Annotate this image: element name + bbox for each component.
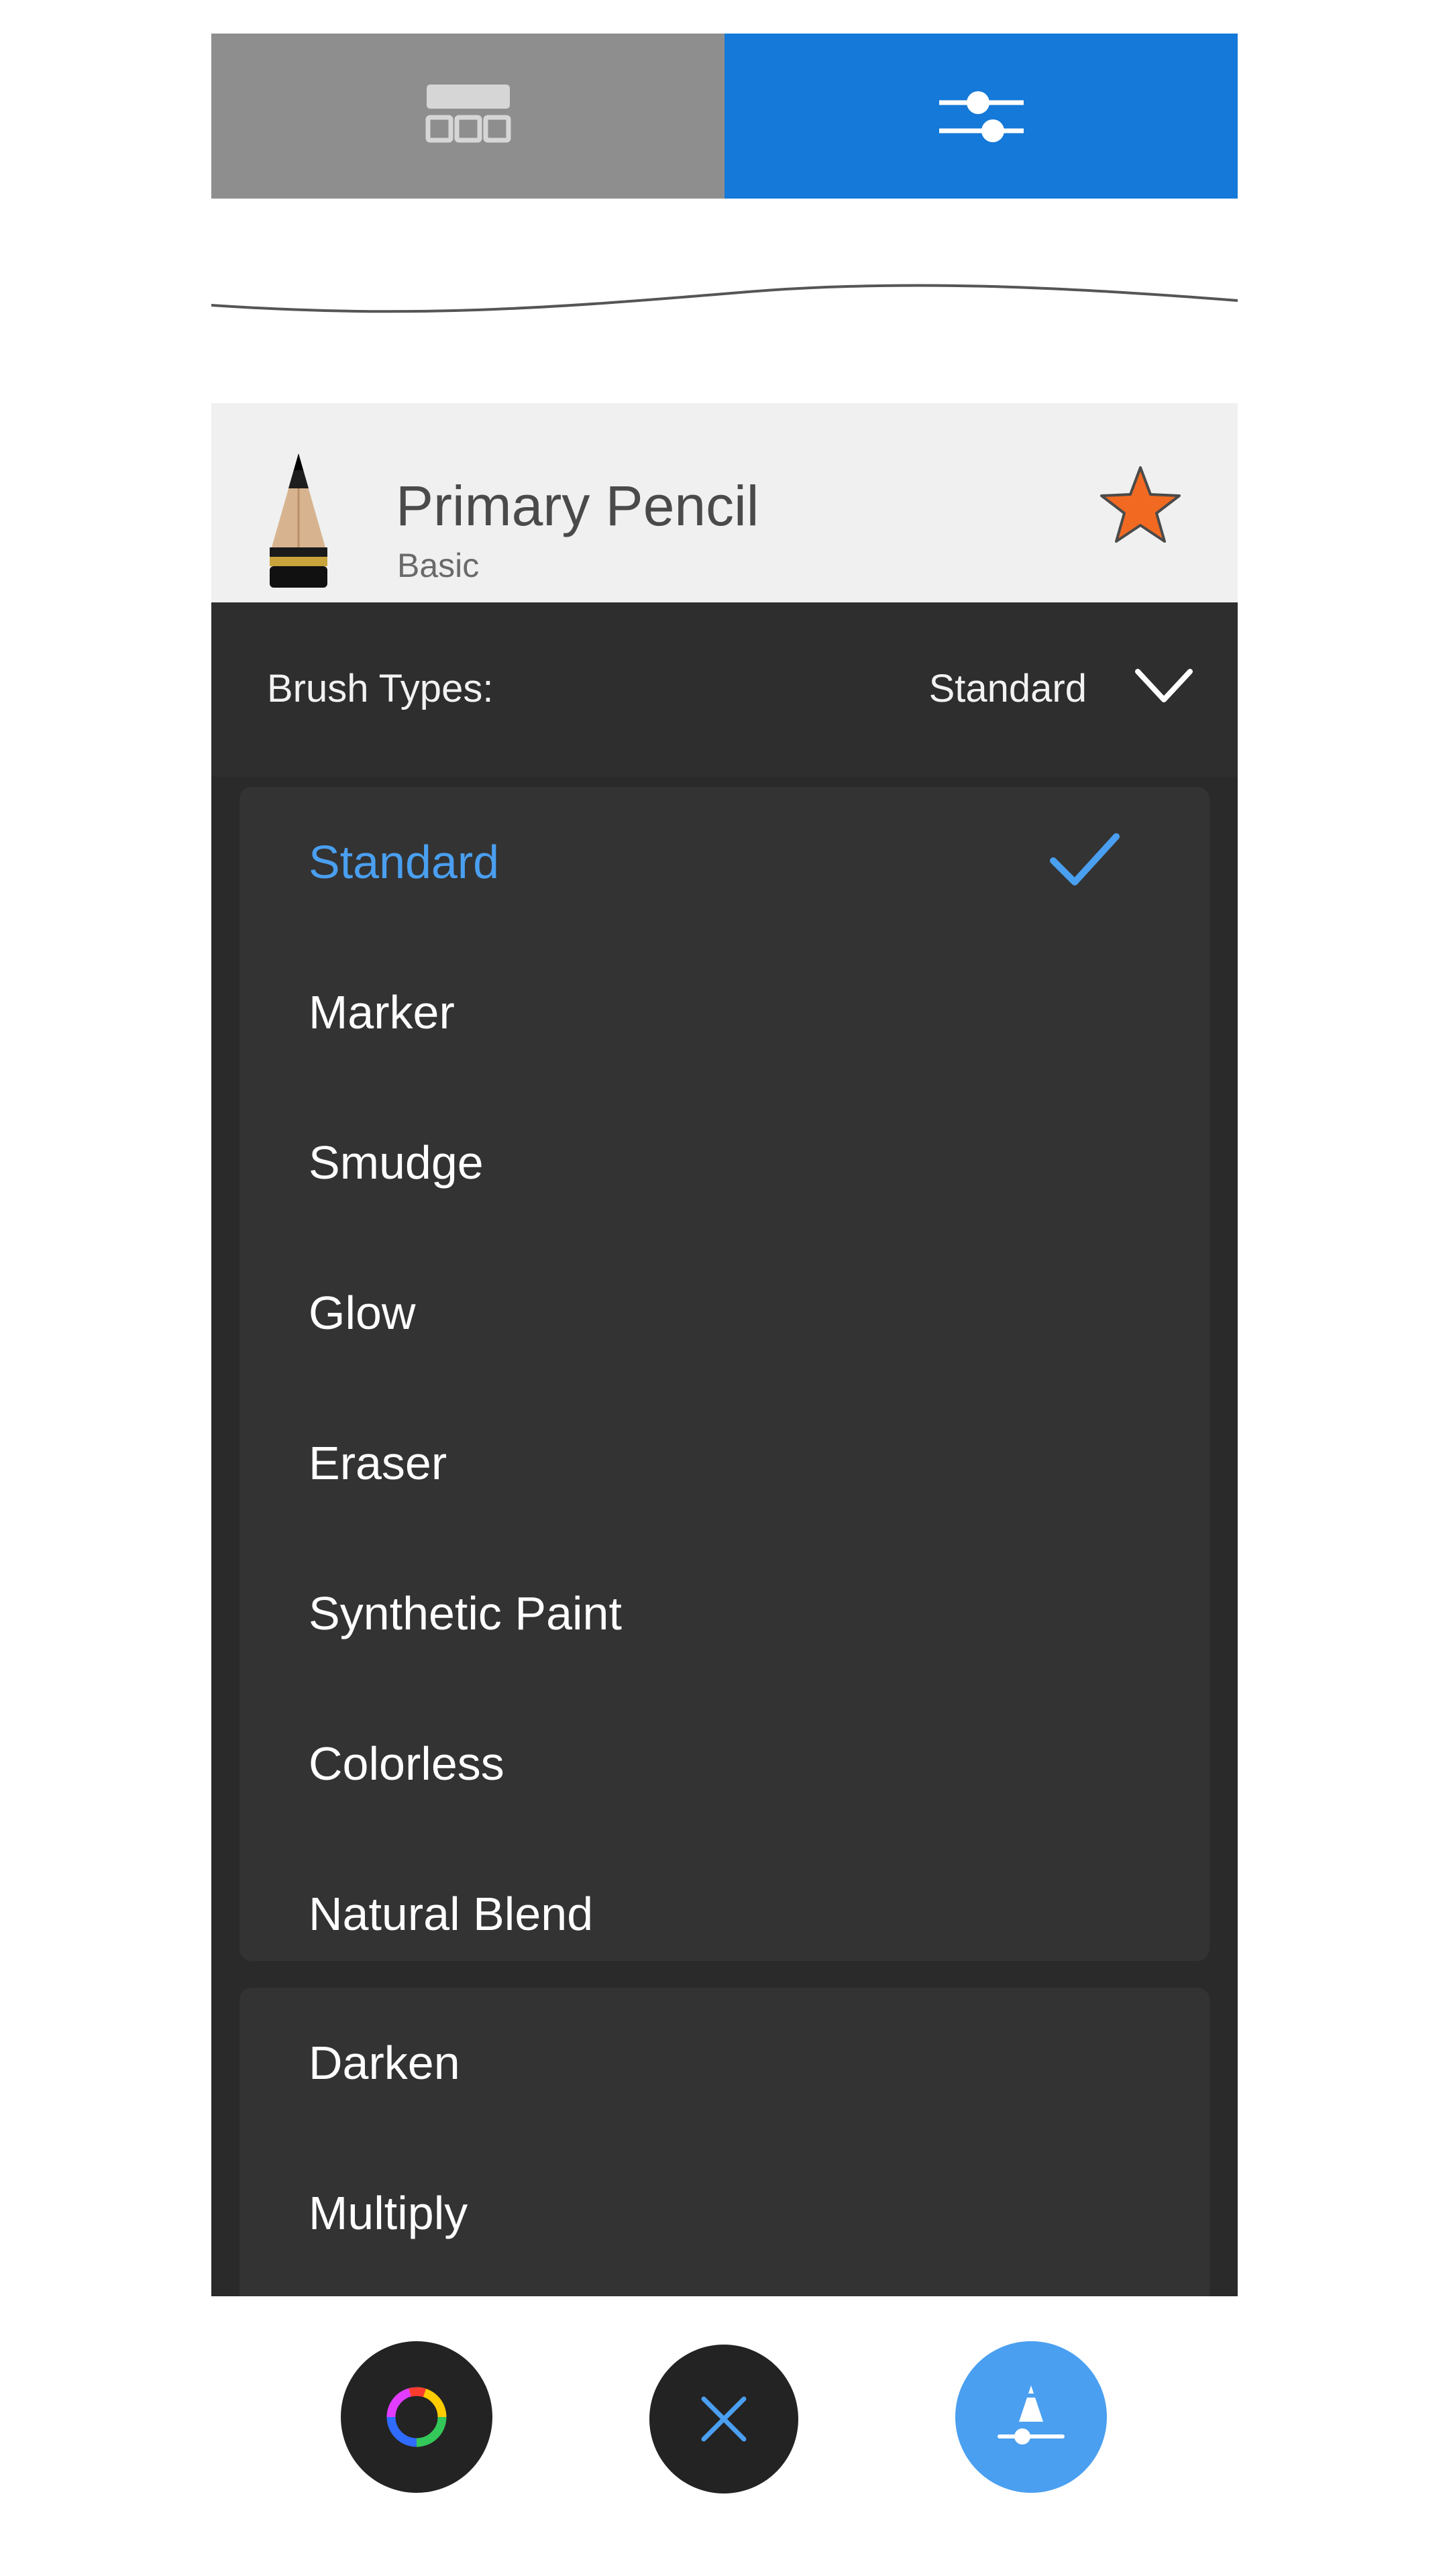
brush-type-options-group-1: Standard Marker Smudge Glow Eraser Synth… [239,787,1210,1961]
brush-types-current-value: Standard [928,667,1087,710]
color-wheel-icon [386,2387,447,2447]
brush-library-icon [425,85,511,143]
brush-properties-button[interactable] [955,2341,1107,2493]
option-label: Eraser [309,1437,447,1489]
close-icon [701,2396,747,2442]
pencil-icon [270,453,327,588]
brush-category: Basic [397,547,480,584]
option-label: Glow [309,1287,416,1339]
brush-types-panel: Brush Types: Standard Standard Marker Sm… [211,602,1238,2296]
brush-type-option-natural-blend[interactable]: Natural Blend [239,1839,1210,1989]
brush-type-option-marker[interactable]: Marker [239,937,1210,1087]
tab-brush-library[interactable] [211,34,724,199]
brush-type-option-multiply[interactable]: Multiply [239,2138,1210,2288]
option-label: Smudge [309,1136,484,1189]
color-picker-button[interactable] [341,2341,492,2493]
brush-name: Primary Pencil [396,474,759,537]
chevron-down-icon[interactable] [1134,666,1194,706]
stroke-preview [211,284,1238,313]
brush-header: Primary Pencil Basic [211,403,1238,602]
brush-type-option-glow[interactable]: Glow [239,1238,1210,1388]
brush-type-option-eraser[interactable]: Eraser [239,1388,1210,1538]
brush-type-option-standard[interactable]: Standard [239,787,1210,937]
brush-type-options-group-2: Darken Multiply [239,1988,1210,2296]
sliders-icon [938,91,1024,142]
option-label: Synthetic Paint [309,1587,622,1640]
close-button[interactable] [649,2345,798,2493]
option-label: Darken [309,2037,460,2089]
tab-brush-properties[interactable] [724,34,1238,199]
option-label: Marker [309,986,455,1038]
brush-type-option-darken[interactable]: Darken [239,1988,1210,2138]
star-icon[interactable] [1097,464,1184,547]
top-tab-bar [211,34,1238,199]
check-icon [1050,833,1120,885]
brush-type-option-synthetic-paint[interactable]: Synthetic Paint [239,1538,1210,1688]
brush-properties-icon [998,2385,1065,2445]
option-label: Natural Blend [309,1888,594,1940]
brush-types-selector[interactable]: Brush Types: Standard [211,602,1238,777]
option-label: Multiply [309,2187,468,2239]
brush-types-label: Brush Types: [267,667,494,710]
brush-type-option-smudge[interactable]: Smudge [239,1087,1210,1238]
option-label: Colorless [309,1737,504,1790]
option-label: Standard [309,836,500,888]
brush-type-option-colorless[interactable]: Colorless [239,1688,1210,1839]
